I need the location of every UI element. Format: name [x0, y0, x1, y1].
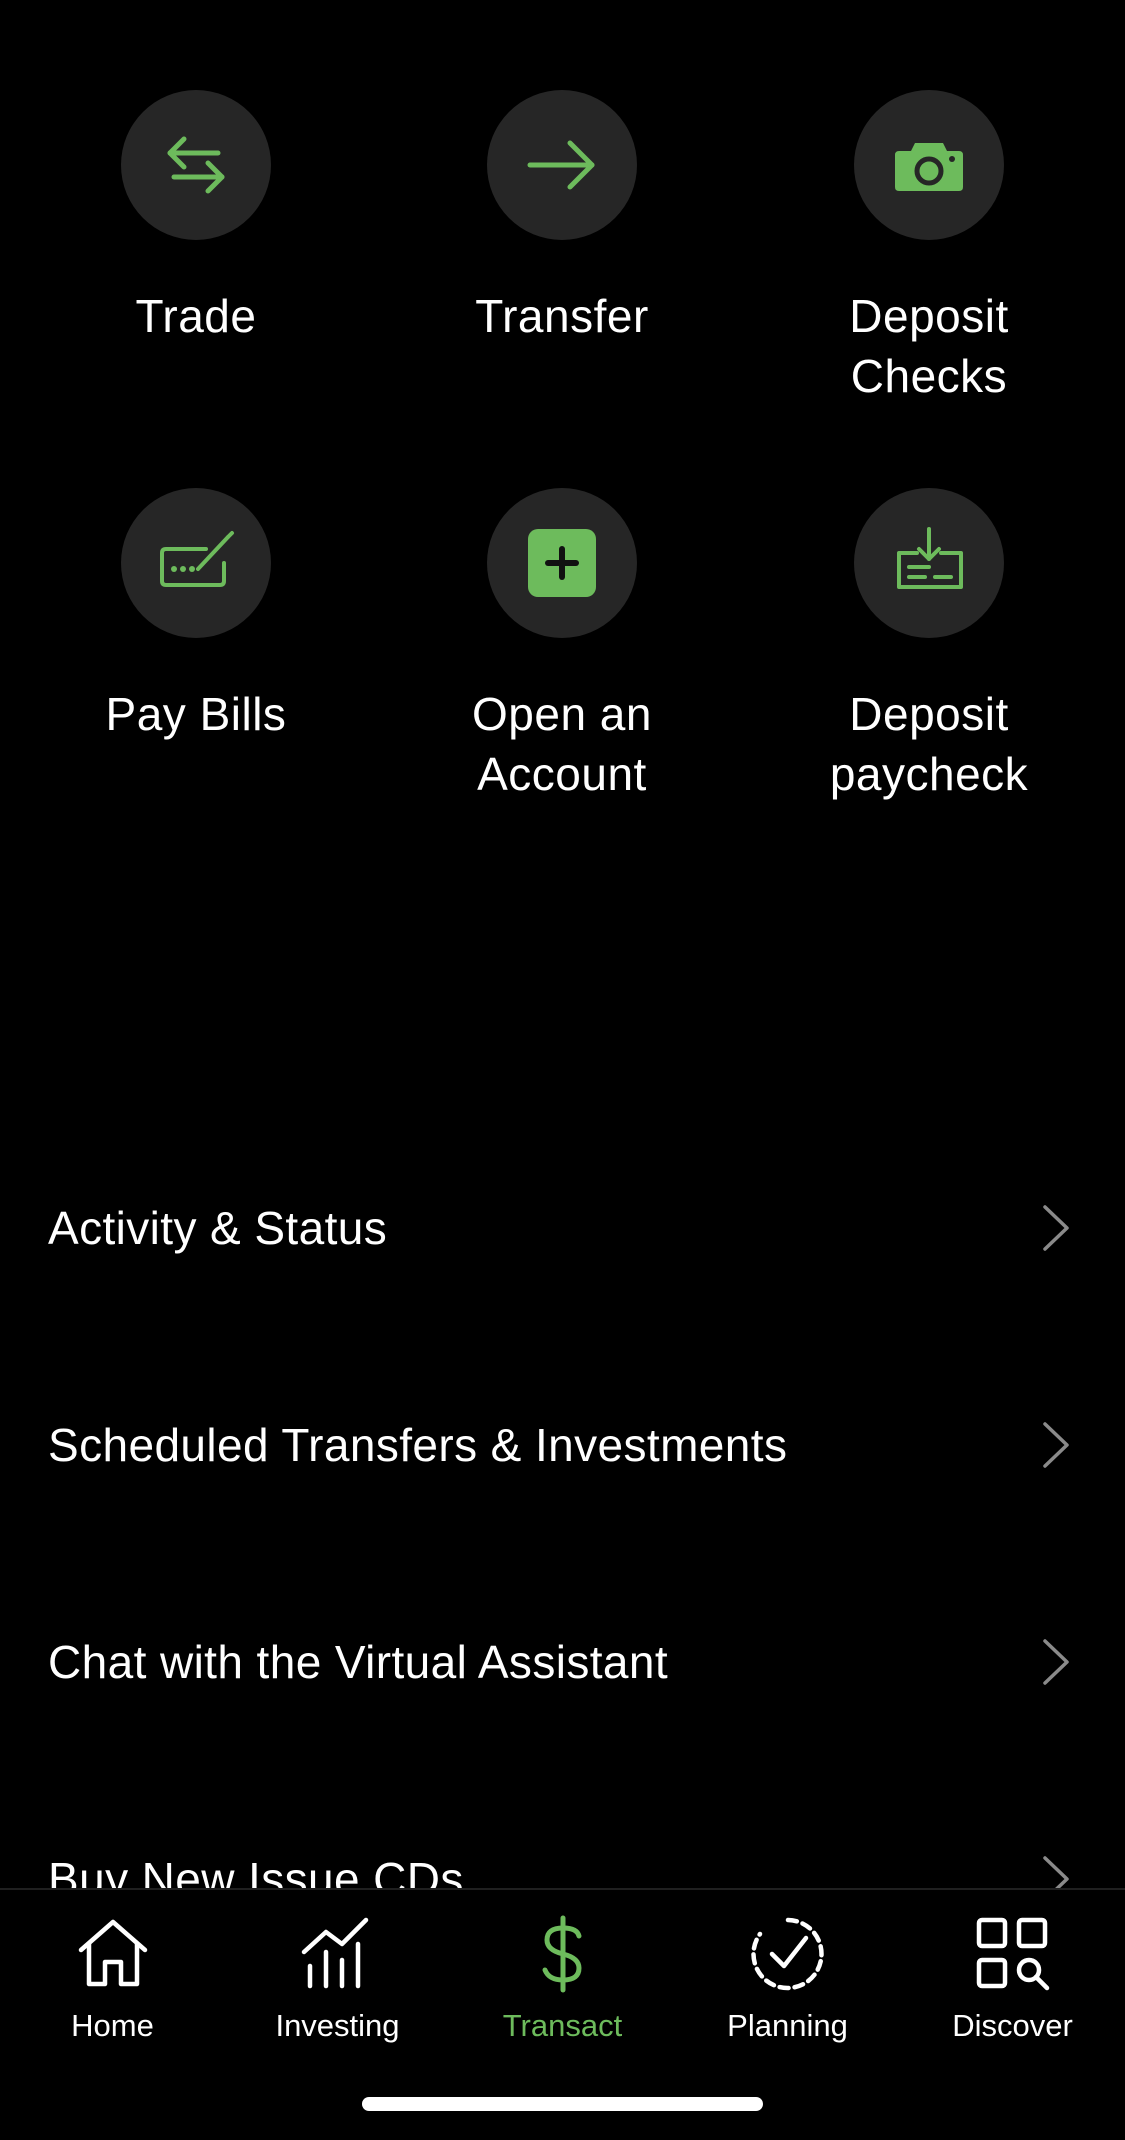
trade-label: Trade	[135, 290, 257, 342]
deposit-paycheck-label: Deposit paycheck	[829, 688, 1029, 800]
camera-icon	[895, 143, 963, 191]
home-icon	[78, 1919, 147, 1987]
paycheck-download-icon	[897, 527, 963, 589]
deposit-checks-action[interactable]: Deposit Checks	[779, 90, 1079, 406]
menu-item-label: Chat with the Virtual Assistant	[48, 1636, 669, 1688]
chevron-right-icon	[1043, 1422, 1069, 1468]
pay-bills-action-circle[interactable]	[121, 488, 271, 638]
bill-pay-icon	[160, 531, 234, 587]
deposit-checks-label: Deposit Checks	[849, 290, 1009, 402]
tab-investing-label: Investing	[275, 2008, 400, 2043]
tab-home[interactable]: Home	[0, 1914, 225, 2044]
tab-discover-label: Discover	[952, 2008, 1073, 2043]
dollar-icon	[542, 1915, 581, 1993]
transfer-action[interactable]: Transfer	[412, 90, 712, 346]
plus-square-icon	[528, 529, 596, 597]
trade-action-circle[interactable]	[121, 90, 271, 240]
tab-transact[interactable]: Transact	[450, 1914, 675, 2044]
menu-item-label: Activity & Status	[48, 1202, 388, 1254]
tab-transact-label: Transact	[502, 2008, 623, 2043]
investing-chart-icon	[301, 1917, 368, 1989]
tab-investing[interactable]: Investing	[225, 1914, 450, 2044]
pay-bills-action[interactable]: Pay Bills	[46, 488, 346, 744]
tab-discover[interactable]: Discover	[900, 1914, 1125, 2044]
trade-action[interactable]: Trade	[46, 90, 346, 346]
menu-item-virtual-assistant[interactable]: Chat with the Virtual Assistant	[0, 1587, 1125, 1737]
open-account-action-circle[interactable]	[487, 488, 637, 638]
chevron-right-icon	[1043, 1639, 1069, 1685]
arrow-right-icon	[527, 140, 595, 190]
transfer-label: Transfer	[475, 290, 649, 342]
menu-item-activity-status[interactable]: Activity & Status	[0, 1153, 1125, 1303]
open-account-label: Open an Account	[472, 688, 652, 800]
tab-planning[interactable]: Planning	[675, 1914, 900, 2044]
transfer-action-circle[interactable]	[487, 90, 637, 240]
open-account-action[interactable]: Open an Account	[412, 488, 712, 804]
deposit-paycheck-action[interactable]: Deposit paycheck	[779, 488, 1079, 804]
menu-item-label: Scheduled Transfers & Investments	[48, 1419, 788, 1471]
tab-planning-label: Planning	[727, 2008, 848, 2043]
tab-home-label: Home	[71, 2008, 154, 2043]
swap-arrows-icon	[167, 136, 225, 194]
pay-bills-label: Pay Bills	[105, 688, 287, 740]
deposit-checks-action-circle[interactable]	[854, 90, 1004, 240]
deposit-paycheck-action-circle[interactable]	[854, 488, 1004, 638]
chevron-right-icon	[1043, 1205, 1069, 1251]
menu-item-scheduled-transfers[interactable]: Scheduled Transfers & Investments	[0, 1370, 1125, 1520]
discover-grid-search-icon	[976, 1917, 1049, 1991]
planning-check-icon	[750, 1917, 824, 1991]
home-indicator	[362, 2097, 763, 2111]
